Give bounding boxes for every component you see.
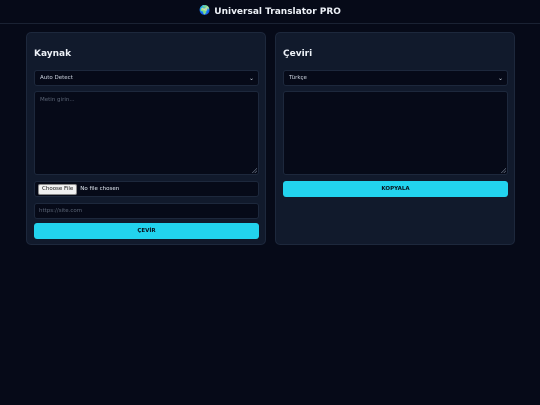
source-language-select[interactable]: Auto Detect ⌄ [34,70,259,86]
chevron-down-icon: ⌄ [497,75,503,82]
target-language-value: Türkçe [289,75,307,81]
file-upload-field: Choose File No file chosen [34,181,259,197]
choose-file-button[interactable]: Choose File [38,183,78,195]
source-text-placeholder: Metin girin... [40,97,75,103]
source-panel-title: Kaynak [34,49,72,59]
file-status-label: No file chosen [80,186,120,192]
resize-handle-icon[interactable] [252,168,257,173]
target-panel: Çeviri Türkçe ⌄ KOPYALA [275,32,515,245]
translate-button[interactable]: ÇEVİR [34,223,259,239]
target-panel-title: Çeviri [283,49,313,59]
app-header: 🌍 Universal Translator PRO [0,0,540,24]
resize-handle-icon[interactable] [501,168,506,173]
app-title: Universal Translator PRO [214,6,341,17]
target-language-select[interactable]: Türkçe ⌄ [283,70,508,86]
copy-button[interactable]: KOPYALA [283,181,508,197]
url-placeholder: https://site.com [39,208,83,214]
chevron-down-icon: ⌄ [248,75,254,82]
source-language-value: Auto Detect [40,75,73,81]
translation-output[interactable] [283,91,508,175]
source-text-input[interactable]: Metin girin... [34,91,259,175]
source-panel: Kaynak Auto Detect ⌄ Metin girin... Choo… [26,32,266,245]
url-input[interactable]: https://site.com [34,203,259,219]
globe-icon: 🌍 [199,6,211,16]
